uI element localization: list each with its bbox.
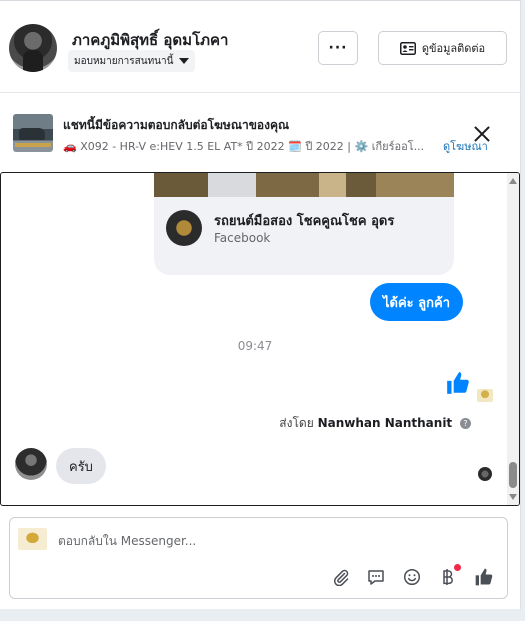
- chevron-down-icon: [179, 58, 190, 64]
- ad-banner-title: แชทนี้มีข้อความตอบกลับต่อโฆษณาของคุณ: [63, 118, 290, 132]
- page-card-source: Facebook: [214, 231, 271, 245]
- contact-avatar-small[interactable]: [15, 448, 47, 480]
- ad-reply-banner: แชทนี้มีข้อความตอบกลับต่อโฆษณาของคุณ 🚗 X…: [0, 94, 521, 168]
- saved-replies-button[interactable]: [365, 566, 387, 588]
- more-icon: ···: [328, 40, 348, 56]
- sent-by-name: Nanwhan Nanthanit: [317, 416, 453, 430]
- shared-ad-photo[interactable]: [154, 173, 454, 197]
- thumbs-up-icon: [475, 568, 493, 586]
- message-timestamp: 09:47: [237, 339, 273, 353]
- page-card-title: รถยนต์มือสอง โชคคูณโชค อุดร: [214, 214, 395, 229]
- notification-dot: [454, 564, 461, 571]
- message-thread[interactable]: รถยนต์มือสอง โชคคูณโชค อุดร Facebook ได้…: [0, 172, 520, 506]
- ad-thumbnail[interactable]: [13, 114, 53, 152]
- outgoing-message-bubble[interactable]: ได้ค่ะ ลูกค้า: [370, 283, 464, 321]
- scroll-down-icon[interactable]: [509, 494, 517, 500]
- contact-avatar[interactable]: [9, 24, 57, 72]
- sent-by-prefix: ส่งโดย: [279, 416, 314, 430]
- smiley-icon: [403, 568, 421, 586]
- help-icon[interactable]: ?: [460, 418, 471, 429]
- reply-input[interactable]: ตอบกลับใน Messenger...: [58, 532, 196, 551]
- ad-banner-subtitle: 🚗 X092 - HR-V e:HEV 1.5 EL AT* ปี 2022 🗓…: [63, 140, 425, 153]
- page-seen-avatar: [477, 389, 493, 402]
- close-icon[interactable]: [472, 124, 492, 144]
- attachment-button[interactable]: [330, 566, 352, 588]
- thumbs-up-icon[interactable]: [445, 370, 471, 396]
- shared-page-card[interactable]: รถยนต์มือสอง โชคคูณโชค อุดร Facebook: [154, 197, 454, 275]
- chat-panel: ภาคภูมิพิสุทธิ์ อุดมโภคา มอบหมายการสนทนา…: [0, 0, 521, 609]
- assign-conversation-button[interactable]: มอบหมายการสนทนานี้: [68, 50, 196, 72]
- scrollbar-thumb[interactable]: [509, 462, 517, 488]
- scrollbar[interactable]: [507, 173, 519, 505]
- scroll-up-icon[interactable]: [509, 178, 517, 184]
- baht-icon: [443, 569, 453, 585]
- view-contact-info-label: ดูข้อมูลติดต่อ: [421, 42, 486, 55]
- read-receipt-avatar: [478, 467, 492, 481]
- page-logo: [166, 210, 202, 246]
- view-contact-info-button[interactable]: ดูข้อมูลติดต่อ: [378, 31, 507, 65]
- conversation-header: ภาคภูมิพิสุทธิ์ อุดมโภคา มอบหมายการสนทนา…: [0, 1, 521, 93]
- payment-button[interactable]: [437, 564, 461, 588]
- sent-by-label: ส่งโดย Nanwhan Nanthanit ?: [279, 414, 471, 433]
- paperclip-icon: [333, 569, 349, 586]
- more-options-button[interactable]: ···: [318, 31, 358, 65]
- reply-composer: ตอบกลับใน Messenger...: [9, 517, 508, 599]
- chat-bubble-icon: [368, 570, 384, 585]
- send-like-button[interactable]: [473, 566, 495, 588]
- incoming-message-bubble[interactable]: ครับ: [56, 448, 106, 484]
- contact-card-icon: [399, 41, 416, 55]
- assign-conversation-label: มอบหมายการสนทนานี้: [74, 55, 174, 67]
- contact-name[interactable]: ภาคภูมิพิสุทธิ์ อุดมโภคา: [72, 28, 228, 52]
- emoji-button[interactable]: [401, 566, 423, 588]
- page-avatar: [18, 528, 47, 550]
